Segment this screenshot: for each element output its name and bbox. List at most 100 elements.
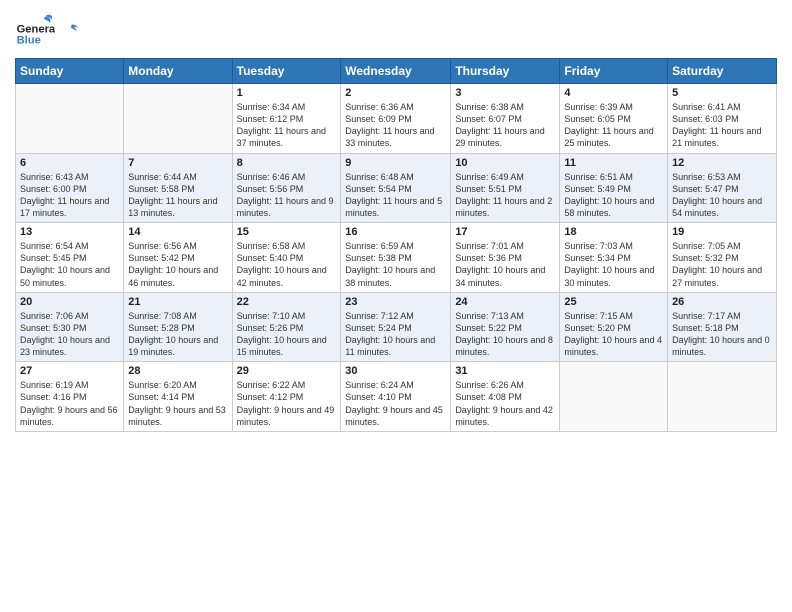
calendar-cell: 1 Sunrise: 6:34 AMSunset: 6:12 PMDaylight… xyxy=(232,84,341,154)
svg-text:General: General xyxy=(17,23,55,35)
logo-bird-icon xyxy=(62,23,80,41)
day-number: 6 xyxy=(20,157,119,169)
calendar-cell xyxy=(124,84,232,154)
day-number: 5 xyxy=(672,87,772,99)
cell-content: Sunrise: 7:13 AMSunset: 5:22 PMDaylight:… xyxy=(455,310,555,359)
day-of-week-header: Wednesday xyxy=(341,59,451,84)
day-number: 20 xyxy=(20,296,119,308)
cell-content: Sunrise: 6:48 AMSunset: 5:54 PMDaylight:… xyxy=(345,171,446,220)
cell-content: Sunrise: 6:36 AMSunset: 6:09 PMDaylight:… xyxy=(345,101,446,150)
cell-content: Sunrise: 6:43 AMSunset: 6:00 PMDaylight:… xyxy=(20,171,119,220)
calendar-week-row: 27 Sunrise: 6:19 AMSunset: 4:16 PMDayligh… xyxy=(16,362,777,432)
cell-content: Sunrise: 6:46 AMSunset: 5:56 PMDaylight:… xyxy=(237,171,337,220)
day-number: 15 xyxy=(237,226,337,238)
cell-content: Sunrise: 6:26 AMSunset: 4:08 PMDaylight:… xyxy=(455,379,555,428)
calendar-cell: 3Sunrise: 6:38 AMSunset: 6:07 PMDaylight… xyxy=(451,84,560,154)
cell-content: Sunrise: 6:41 AMSunset: 6:03 PMDaylight:… xyxy=(672,101,772,150)
cell-content: Sunrise: 6:58 AMSunset: 5:40 PMDaylight:… xyxy=(237,240,337,289)
calendar-cell xyxy=(16,84,124,154)
cell-content: Sunrise: 7:10 AMSunset: 5:26 PMDaylight:… xyxy=(237,310,337,359)
day-number: 7 xyxy=(128,157,227,169)
cell-content: Sunrise: 6:53 AMSunset: 5:47 PMDaylight:… xyxy=(672,171,772,220)
calendar-cell: 18 Sunrise: 7:03 AMSunset: 5:34 PMDayligh… xyxy=(560,223,668,293)
cell-content: Sunrise: 6:54 AMSunset: 5:45 PMDaylight:… xyxy=(20,240,119,289)
cell-content: Sunrise: 7:08 AMSunset: 5:28 PMDaylight:… xyxy=(128,310,227,359)
day-of-week-header: Sunday xyxy=(16,59,124,84)
calendar-week-row: 1 Sunrise: 6:34 AMSunset: 6:12 PMDaylight… xyxy=(16,84,777,154)
cell-content: Sunrise: 6:19 AMSunset: 4:16 PMDaylight:… xyxy=(20,379,119,428)
calendar-cell: 20 Sunrise: 7:06 AMSunset: 5:30 PMDayligh… xyxy=(16,292,124,362)
header: General Blue xyxy=(15,10,777,50)
cell-content: Sunrise: 6:38 AMSunset: 6:07 PMDaylight:… xyxy=(455,101,555,150)
cell-content: Sunrise: 7:06 AMSunset: 5:30 PMDaylight:… xyxy=(20,310,119,359)
day-number: 18 xyxy=(564,226,663,238)
calendar-cell: 25 Sunrise: 7:15 AMSunset: 5:20 PMDayligh… xyxy=(560,292,668,362)
calendar-cell: 15 Sunrise: 6:58 AMSunset: 5:40 PMDayligh… xyxy=(232,223,341,293)
day-number: 19 xyxy=(672,226,772,238)
cell-content: Sunrise: 7:17 AMSunset: 5:18 PMDaylight:… xyxy=(672,310,772,359)
calendar-cell: 23 Sunrise: 7:12 AMSunset: 5:24 PMDayligh… xyxy=(341,292,451,362)
day-of-week-header: Friday xyxy=(560,59,668,84)
cell-content: Sunrise: 6:39 AMSunset: 6:05 PMDaylight:… xyxy=(564,101,663,150)
calendar-week-row: 13Sunrise: 6:54 AMSunset: 5:45 PMDayligh… xyxy=(16,223,777,293)
calendar-week-row: 6 Sunrise: 6:43 AMSunset: 6:00 PMDaylight… xyxy=(16,153,777,223)
calendar-cell: 16 Sunrise: 6:59 AMSunset: 5:38 PMDayligh… xyxy=(341,223,451,293)
calendar-cell: 5 Sunrise: 6:41 AMSunset: 6:03 PMDaylight… xyxy=(668,84,777,154)
day-number: 26 xyxy=(672,296,772,308)
cell-content: Sunrise: 6:34 AMSunset: 6:12 PMDaylight:… xyxy=(237,101,337,150)
cell-content: Sunrise: 6:44 AMSunset: 5:58 PMDaylight:… xyxy=(128,171,227,220)
day-of-week-header: Thursday xyxy=(451,59,560,84)
cell-content: Sunrise: 6:56 AMSunset: 5:42 PMDaylight:… xyxy=(128,240,227,289)
cell-content: Sunrise: 6:59 AMSunset: 5:38 PMDaylight:… xyxy=(345,240,446,289)
day-number: 28 xyxy=(128,365,227,377)
calendar-header-row: SundayMondayTuesdayWednesdayThursdayFrid… xyxy=(16,59,777,84)
cell-content: Sunrise: 7:03 AMSunset: 5:34 PMDaylight:… xyxy=(564,240,663,289)
day-number: 9 xyxy=(345,157,446,169)
day-number: 10 xyxy=(455,157,555,169)
calendar-cell: 27 Sunrise: 6:19 AMSunset: 4:16 PMDayligh… xyxy=(16,362,124,432)
calendar-cell: 31Sunrise: 6:26 AMSunset: 4:08 PMDayligh… xyxy=(451,362,560,432)
calendar-cell: 14 Sunrise: 6:56 AMSunset: 5:42 PMDayligh… xyxy=(124,223,232,293)
day-number: 21 xyxy=(128,296,227,308)
cell-content: Sunrise: 6:51 AMSunset: 5:49 PMDaylight:… xyxy=(564,171,663,220)
calendar-cell: 19 Sunrise: 7:05 AMSunset: 5:32 PMDayligh… xyxy=(668,223,777,293)
calendar-cell: 6 Sunrise: 6:43 AMSunset: 6:00 PMDaylight… xyxy=(16,153,124,223)
calendar-cell: 9 Sunrise: 6:48 AMSunset: 5:54 PMDaylight… xyxy=(341,153,451,223)
cell-content: Sunrise: 7:05 AMSunset: 5:32 PMDaylight:… xyxy=(672,240,772,289)
calendar-table: SundayMondayTuesdayWednesdayThursdayFrid… xyxy=(15,58,777,432)
day-number: 23 xyxy=(345,296,446,308)
day-number: 27 xyxy=(20,365,119,377)
calendar-cell: 22Sunrise: 7:10 AMSunset: 5:26 PMDayligh… xyxy=(232,292,341,362)
day-number: 4 xyxy=(564,87,663,99)
day-number: 17 xyxy=(455,226,555,238)
calendar-cell: 29Sunrise: 6:22 AMSunset: 4:12 PMDayligh… xyxy=(232,362,341,432)
calendar-cell: 11 Sunrise: 6:51 AMSunset: 5:49 PMDayligh… xyxy=(560,153,668,223)
calendar-cell: 7 Sunrise: 6:44 AMSunset: 5:58 PMDaylight… xyxy=(124,153,232,223)
calendar-cell: 12 Sunrise: 6:53 AMSunset: 5:47 PMDayligh… xyxy=(668,153,777,223)
day-number: 14 xyxy=(128,226,227,238)
day-of-week-header: Saturday xyxy=(668,59,777,84)
day-number: 16 xyxy=(345,226,446,238)
calendar-week-row: 20 Sunrise: 7:06 AMSunset: 5:30 PMDayligh… xyxy=(16,292,777,362)
day-of-week-header: Monday xyxy=(124,59,232,84)
day-number: 2 xyxy=(345,87,446,99)
calendar-cell: 13Sunrise: 6:54 AMSunset: 5:45 PMDayligh… xyxy=(16,223,124,293)
svg-text:Blue: Blue xyxy=(17,35,41,47)
day-number: 11 xyxy=(564,157,663,169)
calendar-cell: 2 Sunrise: 6:36 AMSunset: 6:09 PMDaylight… xyxy=(341,84,451,154)
day-number: 25 xyxy=(564,296,663,308)
calendar-cell: 4 Sunrise: 6:39 AMSunset: 6:05 PMDaylight… xyxy=(560,84,668,154)
day-number: 30 xyxy=(345,365,446,377)
logo-text-wrapper xyxy=(60,23,80,38)
day-number: 8 xyxy=(237,157,337,169)
day-number: 1 xyxy=(237,87,337,99)
calendar-cell: 21 Sunrise: 7:08 AMSunset: 5:28 PMDayligh… xyxy=(124,292,232,362)
cell-content: Sunrise: 7:15 AMSunset: 5:20 PMDaylight:… xyxy=(564,310,663,359)
cell-content: Sunrise: 7:12 AMSunset: 5:24 PMDaylight:… xyxy=(345,310,446,359)
calendar-cell: 8 Sunrise: 6:46 AMSunset: 5:56 PMDaylight… xyxy=(232,153,341,223)
logo: General Blue xyxy=(15,10,80,50)
day-number: 12 xyxy=(672,157,772,169)
day-number: 29 xyxy=(237,365,337,377)
calendar-cell: 28Sunrise: 6:20 AMSunset: 4:14 PMDayligh… xyxy=(124,362,232,432)
calendar-cell: 10Sunrise: 6:49 AMSunset: 5:51 PMDayligh… xyxy=(451,153,560,223)
